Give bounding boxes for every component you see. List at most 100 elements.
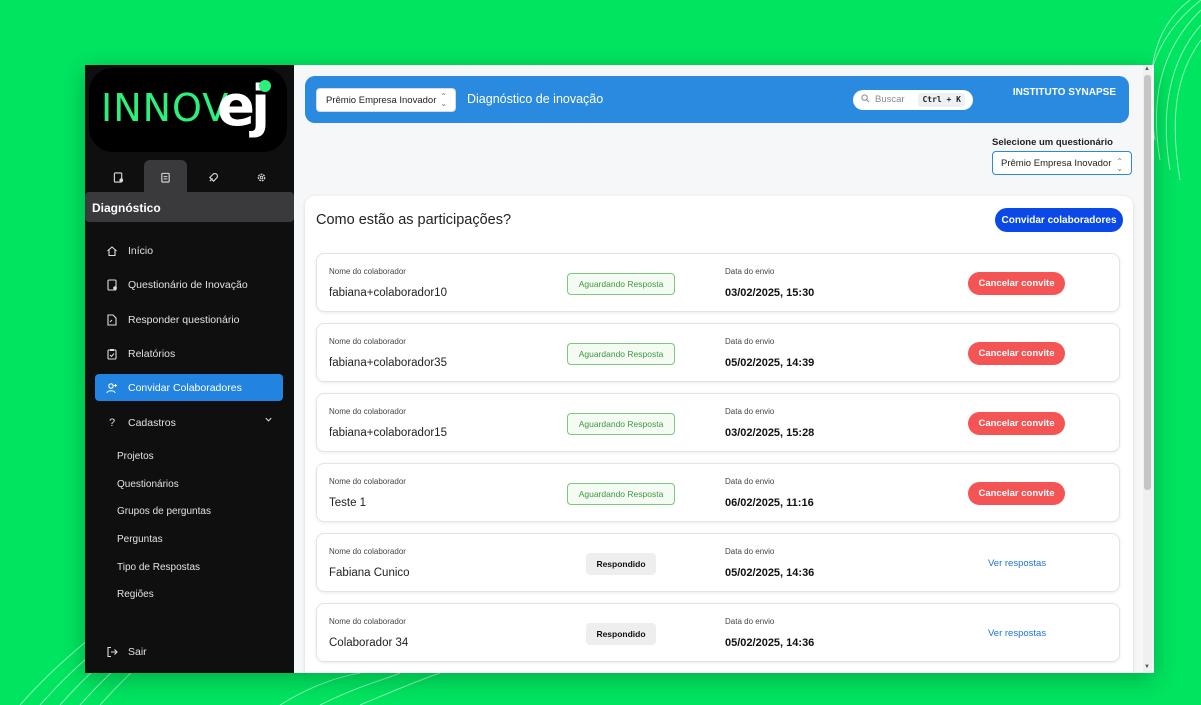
cancel-invite-button[interactable]: Cancelar convite xyxy=(968,342,1065,365)
logout-label: Sair xyxy=(128,645,147,658)
collaborator-name-label: Nome do colaborador xyxy=(329,267,406,276)
status-badge: Aguardando Resposta xyxy=(567,273,675,295)
collaborator-name-label: Nome do colaborador xyxy=(329,337,406,346)
status-badge: Respondido xyxy=(586,623,656,645)
gear-icon xyxy=(257,173,266,181)
subitem-perguntas[interactable]: Perguntas xyxy=(117,534,163,550)
sidebar-section-title: Diagnóstico xyxy=(85,192,294,222)
sidebar-item-cadastros[interactable]: ? Cadastros xyxy=(95,409,283,436)
device-icon xyxy=(113,171,124,183)
send-date: 05/02/2025, 14:39 xyxy=(725,357,815,369)
logout-button[interactable]: Sair xyxy=(95,638,283,665)
tab-dashboard[interactable] xyxy=(97,160,140,194)
collaborator-name: fabiana+colaborador35 xyxy=(329,357,447,369)
participation-row: Nome do colaborador Fabiana Cunico Respond… xyxy=(316,533,1120,592)
send-date: 05/02/2025, 14:36 xyxy=(725,637,815,649)
chevron-down-icon xyxy=(264,415,273,427)
collaborator-name-label: Nome do colaborador xyxy=(329,477,406,486)
subitem-grupos-perguntas[interactable]: Grupos de perguntas xyxy=(117,506,211,522)
project-select[interactable]: Prêmio Empresa Inovador ⌃ ⌄ xyxy=(316,88,456,112)
sidebar: INNOV ej Diagnóstico Início Questionário… xyxy=(85,65,294,673)
scroll-thumb[interactable] xyxy=(1144,75,1151,490)
user-plus-icon xyxy=(104,382,120,394)
participation-row: Nome do colaborador fabiana+colaborador10… xyxy=(316,253,1120,312)
search-shortcut: Ctrl + K xyxy=(918,93,965,107)
sidebar-item-label: Questionário de Inovação xyxy=(128,278,248,291)
collaborator-name: Fabiana Cunico xyxy=(329,567,410,579)
logo-text: INNOV xyxy=(101,86,230,130)
app-window: INNOV ej Diagnóstico Início Questionário… xyxy=(85,65,1154,673)
send-date-label: Data do envio xyxy=(725,267,775,276)
send-date: 03/02/2025, 15:28 xyxy=(725,427,815,439)
participation-row: Nome do colaborador Colaborador 34 Respond… xyxy=(316,603,1120,662)
sidebar-item-relatorios[interactable]: Relatórios xyxy=(95,340,283,367)
tab-diagnostic[interactable] xyxy=(144,160,187,194)
tab-settings[interactable] xyxy=(240,160,283,194)
project-select-value: Prêmio Empresa Inovador xyxy=(326,95,437,106)
sidebar-item-responder[interactable]: Responder questionário xyxy=(95,306,283,333)
collaborator-name-label: Nome do colaborador xyxy=(329,407,406,416)
sidebar-tabs xyxy=(95,160,285,194)
collaborator-name: Colaborador 34 xyxy=(329,637,409,649)
sidebar-item-convidar[interactable]: Convidar Colaboradores xyxy=(95,374,283,401)
view-answers-link[interactable]: Ver respostas xyxy=(988,628,1046,639)
institute-name: INSTITUTO SYNAPSE xyxy=(1012,87,1116,98)
search-icon xyxy=(861,94,870,105)
sidebar-item-inicio[interactable]: Início xyxy=(95,237,283,264)
main-content: Prêmio Empresa Inovador ⌃ ⌄ Diagnóstico d… xyxy=(294,65,1154,673)
sidebar-item-label: Início xyxy=(128,244,154,257)
participations-card: Como estão as participações? Convidar co… xyxy=(305,196,1133,673)
send-date: 03/02/2025, 15:30 xyxy=(725,287,815,299)
question-icon: ? xyxy=(108,416,116,429)
select-arrows-icon: ⌃ ⌄ xyxy=(1116,157,1123,173)
collaborator-name-label: Nome do colaborador xyxy=(329,547,406,556)
tab-tools[interactable] xyxy=(192,160,235,194)
scroll-up-icon[interactable]: ▲ xyxy=(1144,66,1150,72)
send-date-label: Data do envio xyxy=(725,477,775,486)
document-icon xyxy=(104,278,120,291)
scrollbar[interactable]: ▲ ▼ xyxy=(1143,65,1152,673)
invite-collaborators-button[interactable]: Convidar colaboradores xyxy=(995,208,1123,232)
collaborator-name: Teste 1 xyxy=(329,497,367,509)
questionnaire-select-value: Prêmio Empresa Inovador xyxy=(1001,158,1112,169)
sidebar-item-label: Relatórios xyxy=(128,347,176,360)
search-placeholder: Buscar xyxy=(875,94,905,105)
subitem-regioes[interactable]: Regiões xyxy=(117,589,154,605)
logo-dot xyxy=(259,80,271,92)
cancel-invite-button[interactable]: Cancelar convite xyxy=(968,272,1065,295)
sidebar-item-label: Responder questionário xyxy=(128,313,240,326)
participation-row: Nome do colaborador fabiana+colaborador15… xyxy=(316,393,1120,452)
cancel-invite-button[interactable]: Cancelar convite xyxy=(968,482,1065,505)
status-badge: Respondido xyxy=(586,553,656,575)
participation-row: Nome do colaborador Teste 1 Aguardando Res… xyxy=(316,463,1120,522)
sidebar-item-label: Cadastros xyxy=(128,416,176,429)
file-edit-icon xyxy=(104,313,120,326)
scroll-down-icon[interactable]: ▼ xyxy=(1144,664,1150,670)
send-date-label: Data do envio xyxy=(725,617,775,626)
send-date: 05/02/2025, 14:36 xyxy=(725,567,815,579)
subitem-projetos[interactable]: Projetos xyxy=(117,451,154,467)
subitem-questionarios[interactable]: Questionários xyxy=(117,479,179,495)
clipboard-icon xyxy=(104,348,120,360)
collaborator-name-label: Nome do colaborador xyxy=(329,617,406,626)
send-date-label: Data do envio xyxy=(725,547,775,556)
participation-row: Nome do colaborador fabiana+colaborador35… xyxy=(316,323,1120,382)
collaborator-name: fabiana+colaborador15 xyxy=(329,427,447,439)
participations-title: Como estão as participações? xyxy=(316,212,512,228)
logo: INNOV ej xyxy=(89,68,287,152)
sidebar-item-questionario[interactable]: Questionário de Inovação xyxy=(95,271,283,298)
search-input[interactable]: Buscar Ctrl + K xyxy=(853,90,973,110)
select-arrows-icon: ⌃ ⌄ xyxy=(440,92,447,108)
cancel-invite-button[interactable]: Cancelar convite xyxy=(968,412,1065,435)
status-badge: Aguardando Resposta xyxy=(567,483,675,505)
top-bar: Prêmio Empresa Inovador ⌃ ⌄ Diagnóstico d… xyxy=(305,76,1129,123)
subitem-tipo-respostas[interactable]: Tipo de Respostas xyxy=(117,562,200,578)
send-date-label: Data do envio xyxy=(725,337,775,346)
logout-icon xyxy=(104,646,120,658)
questionnaire-select[interactable]: Prêmio Empresa Inovador ⌃ ⌄ xyxy=(992,151,1132,175)
questionnaire-label: Selecione um questionário xyxy=(992,137,1113,148)
view-answers-link[interactable]: Ver respostas xyxy=(988,558,1046,569)
send-date: 06/02/2025, 11:16 xyxy=(725,497,814,509)
status-badge: Aguardando Resposta xyxy=(567,343,675,365)
page-title: Diagnóstico de inovação xyxy=(467,92,604,106)
